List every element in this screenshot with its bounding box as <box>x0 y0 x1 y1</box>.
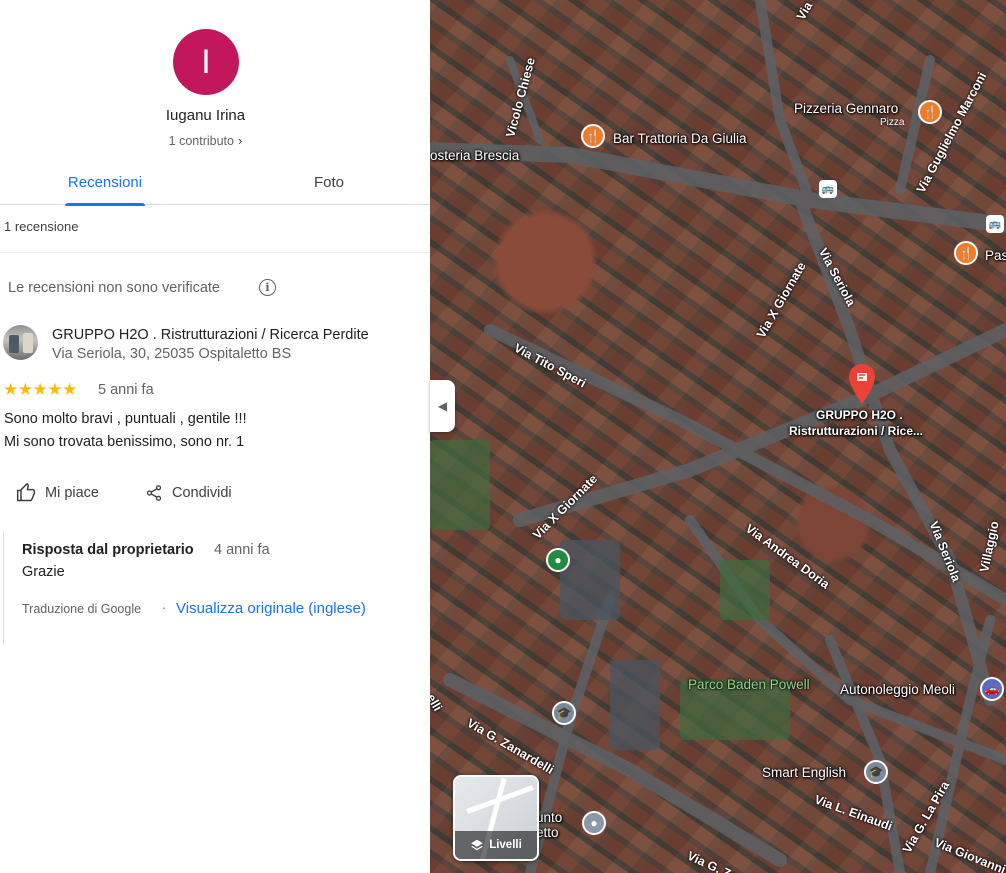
review-text-line: Sono molto bravi , puntuali , gentile !!… <box>4 411 247 427</box>
place-label[interactable]: etto <box>536 825 559 840</box>
review-text: Sono molto bravi , puntuali , gentile !!… <box>4 408 247 454</box>
layers-label[interactable]: Livelli <box>489 839 522 851</box>
satellite-map[interactable]: 🍴 Pizzeria Gennaro Pizza 🍴 Bar Trattoria… <box>430 0 1006 873</box>
tab-bar: Recensioni Foto <box>0 160 430 206</box>
location-pin-icon[interactable] <box>849 364 875 404</box>
view-original-link[interactable]: Visualizza originale (inglese) <box>176 600 366 617</box>
contributions-link[interactable]: 1 contributo › <box>0 133 411 148</box>
place-label[interactable]: Pizzeria Gennaro <box>794 101 898 116</box>
owner-reply-text: Grazie <box>22 564 65 580</box>
chevron-right-icon: › <box>237 133 243 148</box>
business-thumbnail[interactable] <box>3 325 38 360</box>
restaurant-icon[interactable]: 🍴 <box>954 241 978 265</box>
review-time: 5 anni fa <box>98 382 154 398</box>
contributions-count[interactable]: 1 contributo <box>169 134 234 148</box>
like-button[interactable]: Mi piace <box>16 476 99 510</box>
place-label[interactable]: osteria Brescia <box>430 148 519 163</box>
bus-stop-icon[interactable]: 🚌 <box>986 215 1004 233</box>
star-rating: ★★★★★ <box>3 380 77 399</box>
unverified-notice: Le recensioni non sono verificate <box>8 280 220 296</box>
info-icon[interactable]: i <box>259 279 276 296</box>
owner-reply-title: Risposta dal proprietario <box>22 542 194 558</box>
place-label[interactable]: Autonoleggio Meoli <box>840 682 955 697</box>
place-label[interactable]: unto <box>536 810 562 825</box>
share-button[interactable]: Condividi <box>145 476 232 510</box>
selected-place-label[interactable]: GRUPPO H2O . <box>816 408 903 422</box>
school-icon[interactable]: 🎓 <box>552 701 576 725</box>
school-icon[interactable]: 🎓 <box>864 760 888 784</box>
separator: · <box>162 601 167 615</box>
user-name[interactable]: Iuganu Irina <box>0 107 411 124</box>
place-label[interactable]: Smart English <box>762 765 846 780</box>
tab-reviews[interactable]: Recensioni <box>44 160 166 206</box>
layers-label-bar[interactable]: Livelli <box>455 831 537 859</box>
place-sublabel: Pizza <box>880 117 905 128</box>
share-icon <box>146 485 162 501</box>
owner-reply-time: 4 anni fa <box>214 542 270 558</box>
car-rental-icon[interactable]: 🚗 <box>980 677 1004 701</box>
collapse-panel-button[interactable]: ◀ <box>430 380 455 432</box>
restaurant-icon[interactable]: 🍴 <box>581 124 605 148</box>
tab-photos[interactable]: Foto <box>268 160 390 204</box>
chevron-left-icon: ◀ <box>437 399 448 413</box>
like-label[interactable]: Mi piace <box>45 485 99 501</box>
place-label[interactable]: Pas <box>985 248 1006 263</box>
translation-note: Traduzione di Google <box>22 602 142 616</box>
divider <box>0 252 430 253</box>
place-marker-icon[interactable]: ● <box>546 548 570 572</box>
layers-icon <box>471 839 484 851</box>
selected-place-label[interactable]: Ristrutturazioni / Rice... <box>789 424 923 438</box>
business-address: Via Seriola, 30, 25035 Ospitaletto BS <box>52 346 292 362</box>
review-count: 1 recensione <box>4 219 79 234</box>
thumb-up-icon <box>16 483 36 502</box>
layers-button[interactable]: Livelli <box>453 775 539 861</box>
park-label[interactable]: Parco Baden Powell <box>688 677 810 692</box>
place-label[interactable]: Bar Trattoria Da Giulia <box>613 131 747 146</box>
avatar[interactable]: I <box>173 29 239 95</box>
share-label[interactable]: Condividi <box>172 485 232 501</box>
review-text-line: Mi sono trovata benissimo, sono nr. 1 <box>4 434 245 450</box>
profile-panel: I Iuganu Irina 1 contributo › Recensioni … <box>0 0 430 873</box>
restaurant-icon[interactable]: 🍴 <box>918 100 942 124</box>
bus-stop-icon[interactable]: 🚌 <box>819 180 837 198</box>
owner-reply: Risposta dal proprietario 4 anni fa Graz… <box>3 532 403 645</box>
place-marker-icon[interactable]: ● <box>582 811 606 835</box>
business-name[interactable]: GRUPPO H2O . Ristrutturazioni / Ricerca … <box>52 327 369 343</box>
